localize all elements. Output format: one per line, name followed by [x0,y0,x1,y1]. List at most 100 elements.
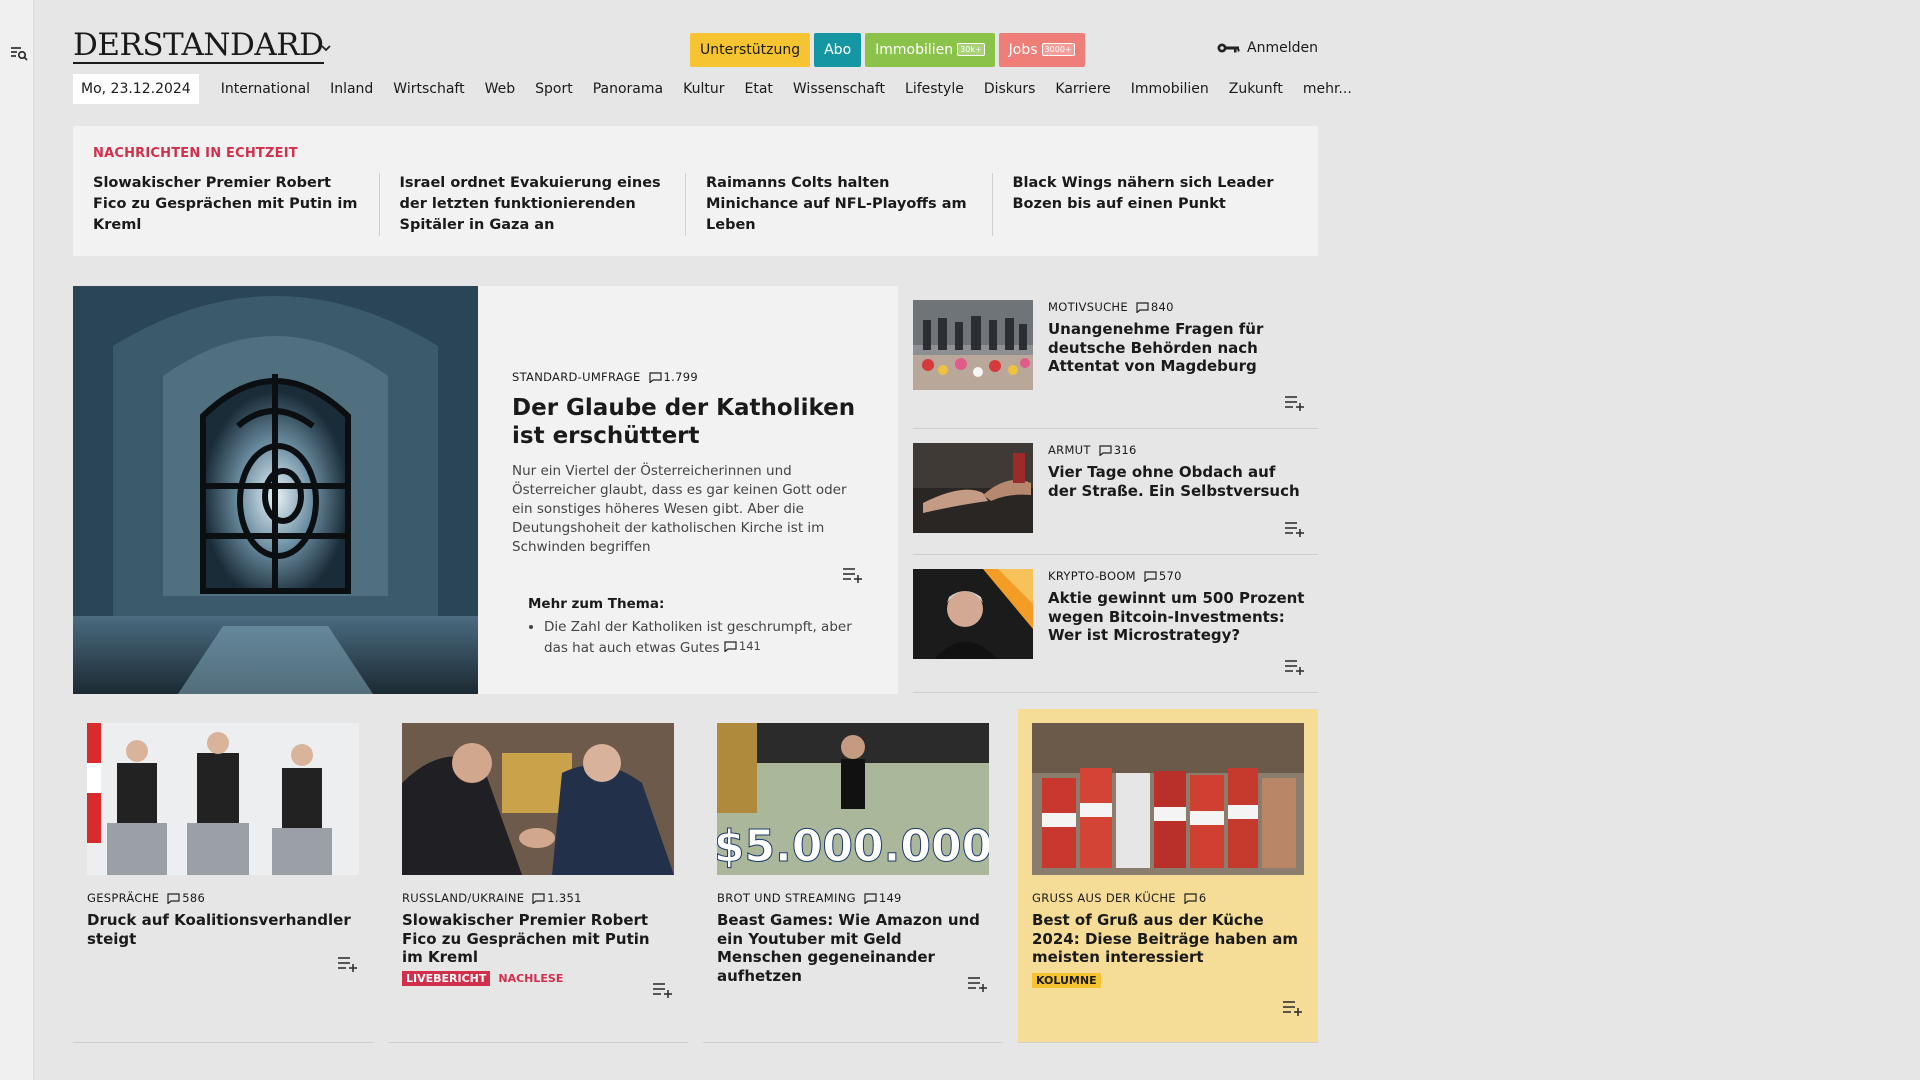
comment-icon [864,892,877,904]
side-article[interactable]: ARMUT 316 Vier Tage ohne Obdach auf der … [913,429,1318,555]
comment-count-value: 570 [1158,569,1182,583]
live-item[interactable]: Israel ordnet Evakuierung eines der letz… [378,173,686,236]
article-title[interactable]: Vier Tage ohne Obdach auf der Straße. Ei… [1048,463,1308,500]
jobs-button[interactable]: Jobs 3000+ [998,33,1085,67]
kicker-label: MOTIVSUCHE [1048,300,1128,314]
nav-international[interactable]: International [211,81,320,97]
side-article[interactable]: MOTIVSUCHE 840 Unangenehme Fragen für de… [913,286,1318,429]
comment-count[interactable]: 840 [1136,300,1174,314]
comment-count[interactable]: 586 [167,891,205,905]
article-title[interactable]: Unangenehme Fragen für deutsche Behörden… [1048,320,1308,376]
add-to-list-icon[interactable] [1284,658,1306,676]
hero-title[interactable]: Der Glaube der Katholiken ist erschütter… [512,394,864,450]
nav-sport[interactable]: Sport [525,81,583,97]
article-image[interactable] [402,723,674,875]
article-title[interactable]: Best of Gruß aus der Küche 2024: Diese B… [1032,911,1304,967]
add-to-list-icon[interactable] [1282,999,1304,1017]
login-button[interactable]: Anmelden [1217,40,1318,56]
nav-panorama[interactable]: Panorama [583,81,673,97]
add-to-list-icon[interactable] [1284,520,1306,538]
kicker-label: BROT UND STREAMING [717,891,856,905]
article-kicker: ARMUT 316 [1048,443,1308,457]
chevron-down-icon[interactable] [318,40,334,56]
related-link[interactable]: Die Zahl der Katholiken ist geschrumpft,… [544,618,868,658]
column-badge: KOLUMNE [1032,972,1101,988]
related-title: Mehr zum Thema: [528,596,665,612]
comment-count[interactable]: 1.799 [648,370,698,384]
article-title[interactable]: Slowakischer Premier Robert Fico zu Gesp… [402,911,674,967]
article-card[interactable]: GRUSS AUS DER KÜCHE 6 Best of Gruß aus d… [1018,709,1318,1043]
article-image[interactable]: $5.000.000 [717,723,989,875]
abo-button[interactable]: Abo [814,33,862,67]
hero-image[interactable] [73,286,478,694]
add-to-list-icon[interactable] [1284,394,1306,412]
comment-icon [648,371,662,383]
article-title[interactable]: Aktie gewinnt um 500 Prozent wegen Bitco… [1048,589,1308,645]
nav-karriere[interactable]: Karriere [1045,81,1120,97]
comment-count[interactable]: 6 [1184,891,1207,905]
comment-icon [167,892,180,904]
article-thumbnail[interactable] [913,443,1033,533]
site-logo[interactable]: DERSTANDARD [73,28,324,64]
live-item[interactable]: Black Wings nähern sich Leader Bo­zen bi… [991,173,1299,236]
related-list: Die Zahl der Katholiken ist geschrumpft,… [528,618,868,658]
comment-count-value: 6 [1198,891,1207,905]
comment-icon [1099,444,1112,456]
comment-count-value: 586 [182,891,206,905]
nav-immobilien[interactable]: Immobilien [1121,81,1219,97]
nav-inland[interactable]: Inland [320,81,383,97]
jobs-count-badge: 3000+ [1041,43,1075,56]
article-card[interactable]: RUSSLAND/UKRAINE 1.351 Slowakischer Prem… [388,709,688,1043]
nav-wirtschaft[interactable]: Wirtschaft [383,81,474,97]
comment-count[interactable]: 316 [1099,443,1137,457]
hero-kicker: STANDARD-UMFRAGE 1.799 [512,370,864,384]
side-article[interactable]: KRYPTO-BOOM 570 Aktie gewinnt um 500 Pro… [913,555,1318,693]
teaser-row: GESPRÄCHE 586 Druck auf Koalitionsverhan… [73,709,1318,1043]
kicker-label: STANDARD-UMFRAGE [512,370,641,384]
article-title[interactable]: Druck auf Koalitionsverhandler steigt [87,911,359,948]
article-thumbnail[interactable] [913,569,1033,659]
nav-zukunft[interactable]: Zukunft [1219,81,1293,97]
key-icon [1217,43,1240,53]
support-button[interactable]: Unterstützung [690,33,811,67]
article-card[interactable]: $5.000.000 BROT UND STREAMING 149 Beast … [703,709,1003,1043]
live-ticker: NACHRICHTEN IN ECHTZEIT Slowakischer Pre… [73,126,1318,256]
side-article-list: MOTIVSUCHE 840 Unangenehme Fragen für de… [913,286,1318,694]
comment-count[interactable]: 149 [864,891,902,905]
live-item[interactable]: Slowakischer Premier Robert Fico zu Gesp… [93,173,379,236]
add-to-list-icon[interactable] [842,566,864,584]
nav-more[interactable]: mehr... [1293,81,1362,97]
prize-text: $5.000.000 [717,821,989,872]
comment-icon [1184,892,1197,904]
comment-count[interactable]: 1.351 [532,891,581,905]
service-links: Unterstützung Abo Immobilien 30k+ Jobs 300… [690,33,1085,67]
immobilien-label: Immobilien [875,42,954,58]
article-image[interactable] [87,723,359,875]
menu-search-icon[interactable] [9,43,29,63]
left-rail [0,0,34,1080]
immobilien-button[interactable]: Immobilien 30k+ [865,33,995,67]
nav-wissenschaft[interactable]: Wissenschaft [783,81,895,97]
nav-kultur[interactable]: Kultur [673,81,734,97]
article-image[interactable] [1032,723,1304,875]
add-to-list-icon[interactable] [337,955,359,973]
live-item[interactable]: Raimanns Colts halten Minichance auf NFL… [685,173,992,236]
nav-lifestyle[interactable]: Lifestyle [895,81,974,97]
nav-etat[interactable]: Etat [734,81,782,97]
nav-diskurs[interactable]: Diskurs [974,81,1046,97]
current-date: Mo, 23.12.2024 [73,74,199,104]
main-nav: Mo, 23.12.2024 International Inland Wirt… [73,72,1352,106]
add-to-list-icon[interactable] [967,975,989,993]
article-kicker: KRYPTO-BOOM 570 [1048,569,1308,583]
comment-count[interactable]: 570 [1144,569,1182,583]
article-thumbnail[interactable] [913,300,1033,390]
article-card[interactable]: GESPRÄCHE 586 Druck auf Koalitionsverhan… [73,709,373,1043]
comment-icon [532,892,545,904]
article-kicker: RUSSLAND/UKRAINE 1.351 [402,891,674,905]
article-title[interactable]: Beast Games: Wie Amazon und ein Youtuber… [717,911,989,985]
kicker-label: GRUSS AUS DER KÜCHE [1032,891,1176,905]
comment-count[interactable]: 141 [724,637,761,656]
add-to-list-icon[interactable] [652,981,674,999]
nav-web[interactable]: Web [475,81,526,97]
comment-icon [1136,301,1149,313]
